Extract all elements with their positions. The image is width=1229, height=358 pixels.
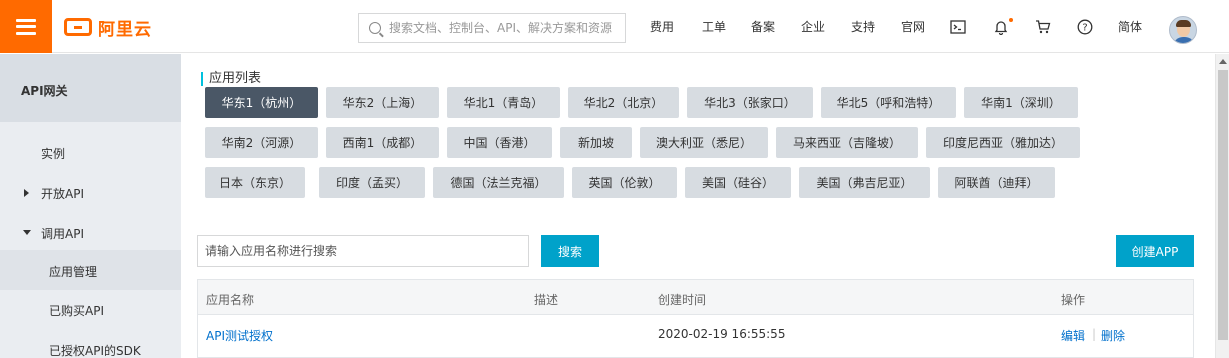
sidebar-item-purchased-api[interactable]: 已购买API <box>0 289 181 329</box>
sidebar-header: API网关 <box>0 54 181 122</box>
sidebar-item-label: 实例 <box>41 147 66 161</box>
logo-text: 阿里云 <box>98 19 152 40</box>
region-tab[interactable]: 美国（硅谷） <box>685 167 791 198</box>
create-app-button[interactable]: 创建APP <box>1116 235 1194 267</box>
aliyun-logo-icon <box>64 18 92 36</box>
column-header-created: 创建时间 <box>658 293 707 307</box>
page-title: 应用列表 <box>201 72 261 86</box>
sidebar-item-label: 开放API <box>41 187 84 201</box>
sidebar: API网关 实例 开放API 调用API 应用管理 已购买API 已授权API的… <box>0 54 181 358</box>
column-header-name: 应用名称 <box>206 293 255 307</box>
app-search-input[interactable] <box>197 235 529 267</box>
region-tab[interactable]: 华南2（河源） <box>205 127 318 158</box>
aliyun-logo[interactable]: 阿里云 <box>64 16 152 40</box>
nav-enterprise[interactable]: 企业 <box>801 20 825 34</box>
region-tab[interactable]: 华东1（杭州） <box>205 87 318 118</box>
scroll-up-icon[interactable] <box>1219 59 1227 64</box>
delete-link[interactable]: 删除 <box>1101 327 1125 344</box>
sidebar-item-call-api[interactable]: 调用API <box>0 212 181 252</box>
region-tab[interactable]: 西南1（成都） <box>326 127 439 158</box>
region-tab[interactable]: 印度（孟买） <box>319 167 425 198</box>
region-tab[interactable]: 华北5（呼和浩特） <box>821 87 956 118</box>
bell-icon[interactable] <box>993 19 1009 35</box>
sidebar-item-authorized-sdk[interactable]: 已授权API的SDK <box>0 329 181 358</box>
app-name-link[interactable]: API测试授权 <box>206 327 273 344</box>
region-tab[interactable]: 华南1（深圳） <box>964 87 1078 118</box>
global-search[interactable] <box>358 13 626 43</box>
nav-support[interactable]: 支持 <box>851 20 875 34</box>
scrollbar-thumb[interactable] <box>1218 70 1228 340</box>
region-tab[interactable]: 华北1（青岛） <box>447 87 560 118</box>
region-tab[interactable]: 马来西亚（吉隆坡） <box>776 127 918 158</box>
region-tab[interactable]: 中国（香港） <box>447 127 552 158</box>
nav-icp-filing[interactable]: 备案 <box>751 20 775 34</box>
region-tab[interactable]: 新加坡 <box>560 127 632 158</box>
region-tab[interactable]: 阿联酋（迪拜） <box>938 167 1055 198</box>
notification-dot <box>1009 18 1013 22</box>
nav-official-site[interactable]: 官网 <box>901 20 925 34</box>
terminal-icon[interactable] <box>950 19 966 35</box>
region-tab[interactable]: 英国（伦敦） <box>572 167 677 198</box>
region-tab[interactable]: 华东2（上海） <box>326 87 439 118</box>
action-separator: | <box>1092 327 1097 341</box>
region-tab[interactable]: 德国（法兰克福） <box>433 167 564 198</box>
chevron-right-icon <box>24 189 29 197</box>
cart-icon[interactable] <box>1035 19 1051 35</box>
user-avatar[interactable] <box>1169 16 1197 44</box>
menu-button[interactable] <box>0 0 52 53</box>
region-tab[interactable]: 印度尼西亚（雅加达） <box>926 127 1080 158</box>
sidebar-item-label: 应用管理 <box>49 265 98 279</box>
svg-text:?: ? <box>1082 23 1087 34</box>
hamburger-icon <box>16 18 36 35</box>
region-tab[interactable]: 华北2（北京） <box>568 87 679 118</box>
region-tab[interactable]: 华北3（张家口） <box>687 87 813 118</box>
sidebar-title: API网关 <box>21 84 68 98</box>
sidebar-item-instances[interactable]: 实例 <box>0 132 181 172</box>
app-table: 应用名称 描述 创建时间 操作 API测试授权 2020-02-19 16:55… <box>197 279 1194 358</box>
edit-link[interactable]: 编辑 <box>1061 327 1085 344</box>
sidebar-item-label: 已购买API <box>49 304 104 318</box>
nav-tickets[interactable]: 工单 <box>702 20 726 34</box>
language-switch[interactable]: 简体 <box>1118 20 1142 34</box>
chevron-down-icon <box>23 230 31 235</box>
app-created-time: 2020-02-19 16:55:55 <box>658 327 786 341</box>
table-header: 应用名称 描述 创建时间 操作 <box>198 280 1193 315</box>
sidebar-item-label: 已授权API的SDK <box>49 344 141 358</box>
region-tab[interactable]: 日本（东京） <box>205 167 305 198</box>
sidebar-item-open-api[interactable]: 开放API <box>0 172 181 212</box>
sidebar-item-label: 调用API <box>41 227 84 241</box>
column-header-description: 描述 <box>534 293 559 307</box>
region-tab[interactable]: 澳大利亚（悉尼） <box>640 127 768 158</box>
nav-billing[interactable]: 费用 <box>650 20 674 34</box>
search-button[interactable]: 搜索 <box>541 235 599 267</box>
column-header-actions: 操作 <box>1061 293 1086 307</box>
region-tab[interactable]: 美国（弗吉尼亚） <box>799 167 930 198</box>
top-bar: 阿里云 费用 工单 备案 企业 支持 官网 ? 简体 <box>0 0 1229 53</box>
help-icon[interactable]: ? <box>1077 19 1093 35</box>
sidebar-item-app-management[interactable]: 应用管理 <box>0 250 181 290</box>
page-scrollbar[interactable] <box>1215 54 1229 358</box>
global-search-input[interactable] <box>389 21 619 35</box>
search-icon <box>369 22 381 34</box>
